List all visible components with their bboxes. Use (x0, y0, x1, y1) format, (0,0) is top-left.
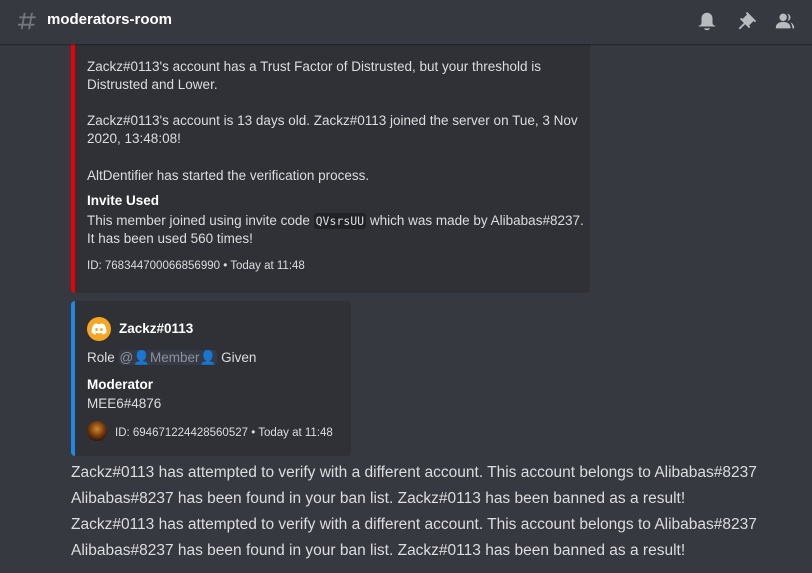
embed-accent-bar (71, 301, 75, 456)
channel-header: moderators-room (0, 0, 812, 44)
embed-field-title: Invite Used (87, 193, 160, 208)
embed-footer: ID: 694671224428560527 • Today at 11:48 (115, 427, 333, 439)
embed-accent-bar (71, 44, 75, 293)
embed-text: AltDentifier has started the verificatio… (87, 168, 370, 183)
embed-text: Zackz#0113's account is 13 days old. Zac… (87, 113, 578, 128)
pin-icon[interactable] (736, 10, 758, 32)
message-text: Zackz#0113 has attempted to verify with … (71, 516, 757, 533)
embed-field-title: Moderator (87, 377, 154, 392)
footer-avatar (87, 421, 107, 441)
embed-field-value: MEE6#4876 (87, 396, 162, 411)
embed-text: 2020, 13:48:08! (87, 131, 181, 146)
description-text: Role (87, 350, 119, 365)
embed-footer: ID: 768344700066856990 • Today at 11:48 (87, 260, 305, 272)
invite-code: QVsrsUU (313, 213, 367, 229)
author-avatar (87, 317, 111, 341)
verification-embed: Zackz#0113's account has a Trust Factor … (71, 44, 590, 293)
message-list: Zackz#0113's account has a Trust Factor … (0, 44, 812, 573)
message-text: Alibabas#8237 has been found in your ban… (71, 542, 686, 559)
message-text: Alibabas#8237 has been found in your ban… (71, 490, 686, 507)
role-given-embed: Zackz#0113 Role @👤Member👤 Given Moderato… (71, 301, 351, 456)
embed-description: Role @👤Member👤 Given (87, 349, 256, 367)
message-text: Zackz#0113 has attempted to verify with … (71, 464, 757, 481)
bell-icon[interactable] (696, 10, 718, 32)
discord-logo-icon (91, 323, 107, 335)
members-icon[interactable] (774, 10, 796, 32)
embed-field-value: It has been used 560 times! (87, 231, 253, 246)
role-mention[interactable]: @👤Member👤 (118, 350, 218, 365)
field-text: which was made by Alibabas#8237. (366, 213, 584, 228)
embed-text: Distrusted and Lower. (87, 77, 218, 92)
channel-name: moderators-room (47, 11, 173, 28)
embed-field-value: This member joined using invite code QVs… (87, 212, 584, 230)
description-text: Given (217, 350, 257, 365)
embed-text: Zackz#0113's account has a Trust Factor … (87, 59, 542, 74)
field-text: This member joined using invite code (87, 213, 314, 228)
hashtag-icon (17, 12, 36, 30)
embed-author-name[interactable]: Zackz#0113 (119, 320, 193, 338)
